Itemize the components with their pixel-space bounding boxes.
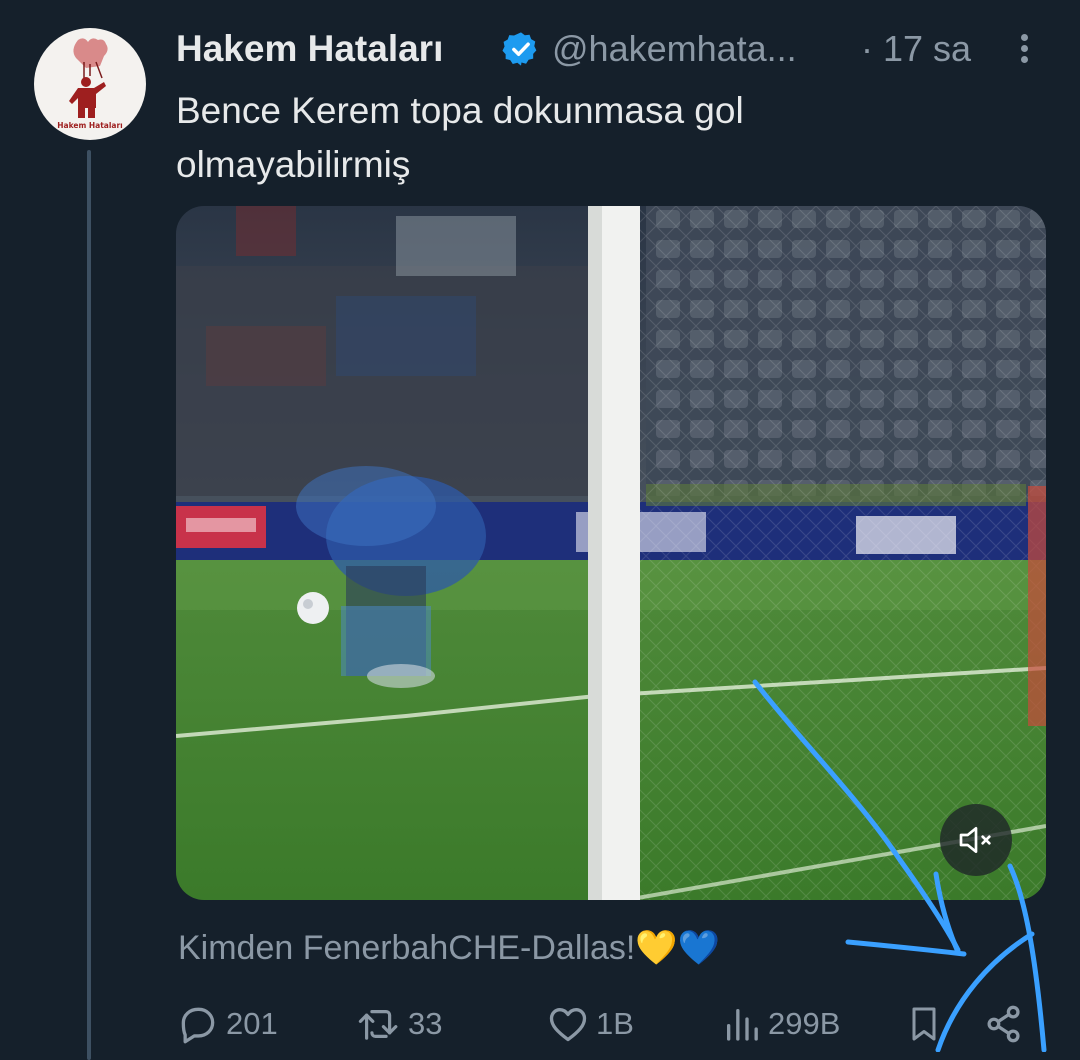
views-button[interactable]: 299B [722,996,840,1052]
tweet-time[interactable]: · 17 sa [861,28,971,70]
retweet-button[interactable]: 33 [356,996,442,1052]
like-count: 1B [596,1006,634,1041]
author-name[interactable]: Hakem Hataları [176,28,443,70]
retweet-icon [358,1010,398,1040]
video-frame [176,206,1046,900]
verified-badge-icon [502,32,537,66]
share-button[interactable] [982,996,1026,1052]
tweet-text: Bence Kerem topa dokunmasa gol olmayabil… [176,84,996,192]
views-count: 299B [768,1006,841,1041]
tweet-text-line-2: olmayabilirmiş [176,144,411,185]
retweet-count: 33 [408,1006,443,1041]
reply-icon [181,1007,215,1044]
avatar-logo: Hakem Hataları [57,38,123,130]
tweet-text-line-1: Bence Kerem topa dokunmasa gol [176,90,744,131]
bookmark-button[interactable] [904,996,944,1052]
mute-button[interactable] [940,804,1012,876]
avatar-text: Hakem Hataları [57,121,123,130]
thread-line [87,150,91,1060]
more-icon[interactable] [1016,30,1032,70]
avatar[interactable]: Hakem Hataları [34,28,146,140]
like-button[interactable]: 1B [546,996,634,1052]
action-bar: 201 33 1B 299B [176,996,1056,1052]
bookmark-icon [912,1007,936,1041]
like-icon [549,1008,587,1042]
video-player[interactable] [176,206,1046,900]
tweet-source[interactable]: Kimden FenerbahCHE-Dallas!💛💙 [178,928,720,968]
reply-count: 201 [226,1006,278,1041]
tweet-header: Hakem Hataları @hakemhata... · 17 sa [176,22,1056,78]
share-icon [987,1005,1020,1043]
reply-button[interactable]: 201 [176,996,278,1052]
views-icon [727,1009,758,1041]
mute-icon [959,827,991,853]
author-handle[interactable]: @hakemhata... [552,28,797,70]
